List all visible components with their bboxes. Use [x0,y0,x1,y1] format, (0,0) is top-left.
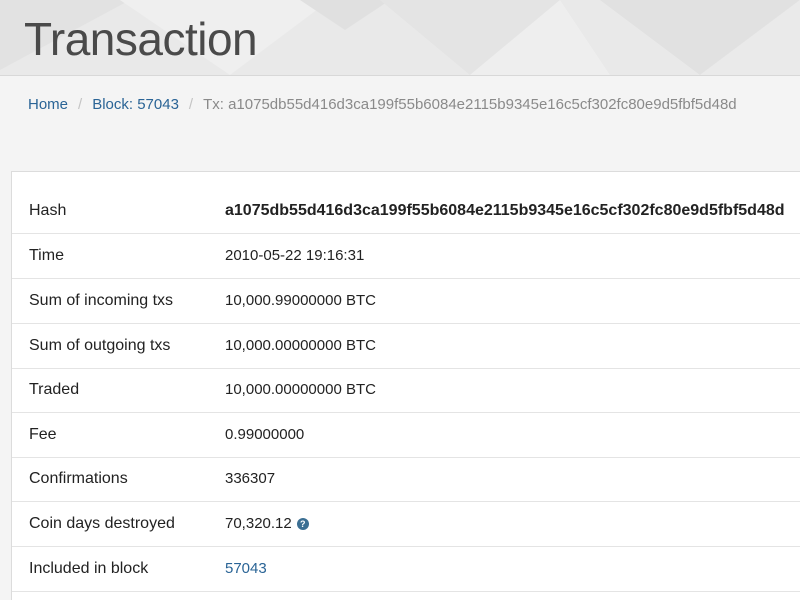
traded-value: 10,000.00000000 BTC [225,381,376,398]
coin-days-value-cell: 70,320.12? [225,501,309,546]
time-value: 2010-05-22 19:16:31 [225,247,365,264]
incoming-value: 10,000.99000000 BTC [225,292,376,309]
breadcrumb-separator: / [188,96,194,113]
coin-days-value: 70,320.12 [225,515,292,532]
page: Transaction Home / Block: 57043 / Tx: a1075d… [0,0,800,600]
breadcrumb: Home / Block: 57043 / Tx: a1075db55d416d3ca1… [28,94,737,116]
question-circle-icon[interactable]: ? [296,518,309,530]
coin-days-label: Coin days destroyed [29,515,175,532]
hash-label: Hash [29,202,67,219]
outgoing-value: 10,000.00000000 BTC [225,337,376,354]
detail-row-confirmations: Confirmations 336307 [12,456,800,502]
detail-row-hash: Hash a1075db55d416d3ca199f55b6084e2115b9… [12,188,800,234]
confirmations-value: 336307 [225,470,276,487]
transaction-details-panel: Hash a1075db55d416d3ca199f55b6084e2115b9… [11,171,800,600]
fee-label: Fee [29,426,57,443]
detail-row-included-in-block: Included in block 57043 [12,546,800,592]
time-label: Time [29,247,64,264]
detail-row-traded: Traded 10,000.00000000 BTC [12,367,800,413]
traded-label: Traded [29,381,80,398]
detail-row-fee: Fee 0.99000000 [12,412,800,458]
fee-value: 0.99000000 [225,426,305,443]
breadcrumb-block-link[interactable]: Block: 57043 [92,96,179,113]
included-in-block-link[interactable]: 57043 [225,560,267,577]
hash-value: a1075db55d416d3ca199f55b6084e2115b9345e1… [225,202,785,219]
page-header: Transaction [0,0,800,76]
detail-row-coin-days: Coin days destroyed 70,320.12? [12,501,800,547]
outgoing-label: Sum of outgoing txs [29,337,171,354]
confirmations-label: Confirmations [29,470,128,487]
included-in-block-value-cell: 57043 [225,546,267,591]
detail-row-incoming: Sum of incoming txs 10,000.99000000 BTC [12,278,800,324]
detail-row-time: Time 2010-05-22 19:16:31 [12,233,800,279]
incoming-label: Sum of incoming txs [29,292,174,309]
breadcrumb-separator: / [78,96,83,113]
detail-row-outgoing: Sum of outgoing txs 10,000.00000000 BTC [12,323,800,369]
breadcrumb-home-link[interactable]: Home [28,96,68,113]
page-title: Transaction [24,13,258,65]
included-in-block-label: Included in block [29,560,149,577]
breadcrumb-current-tx: Tx: a1075db55d416d3ca199f55b6084e2115b93… [203,96,737,113]
